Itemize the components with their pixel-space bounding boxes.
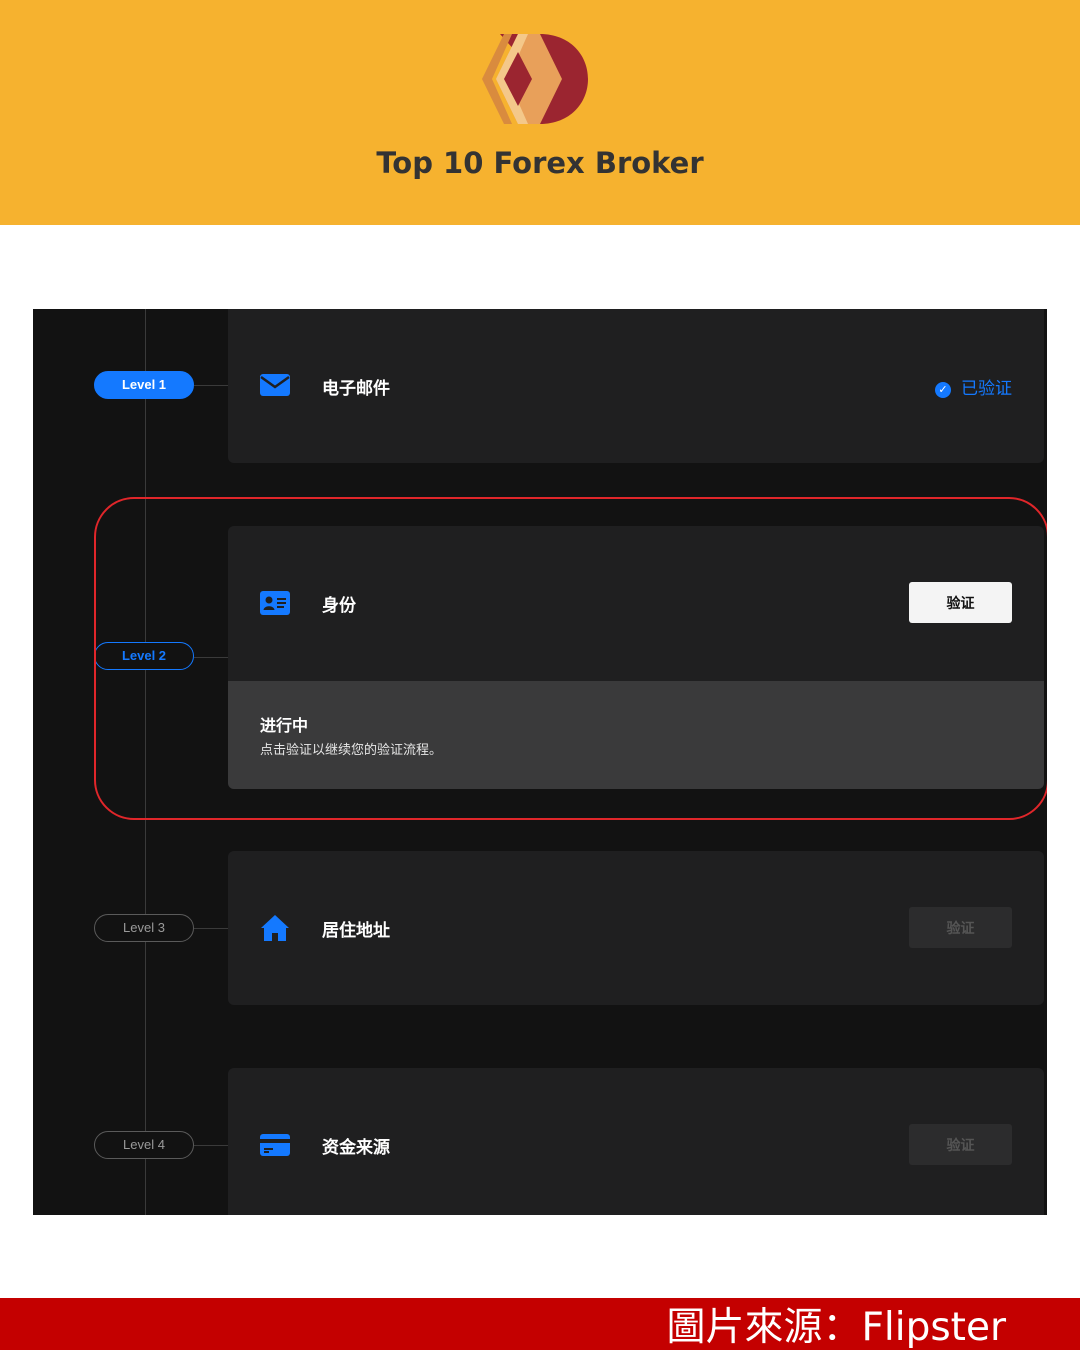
timeline-connector	[194, 657, 228, 658]
level-timeline	[145, 309, 146, 1215]
brand-name: Top 10 Forex Broker	[376, 146, 704, 180]
level-2-badge: Level 2	[94, 642, 194, 670]
verified-status: ✓ 已验证	[935, 374, 1012, 399]
identity-verification-card: 身份 验证 进行中 点击验证以继续您的验证流程。	[228, 526, 1044, 789]
timeline-connector	[194, 385, 228, 386]
source-footer: 圖片來源：Flipster	[0, 1298, 1080, 1350]
address-verification-card: 居住地址 验证	[228, 851, 1044, 1005]
level-3-badge: Level 3	[94, 914, 194, 942]
email-title: 电子邮件	[322, 379, 390, 399]
top10-forex-broker-logo	[482, 34, 588, 124]
identity-title: 身份	[322, 596, 356, 616]
check-circle-icon: ✓	[935, 382, 951, 398]
email-verification-card: 电子邮件 ✓ 已验证	[228, 309, 1044, 463]
home-icon	[261, 915, 289, 941]
credit-card-icon	[260, 1134, 290, 1156]
timeline-connector	[194, 928, 228, 929]
progress-status-description: 点击验证以继续您的验证流程。	[260, 743, 443, 758]
verification-screenshot: Level 1 电子邮件 ✓ 已验证 Level 2 身份 验证 进行中 点击验证…	[33, 309, 1047, 1215]
image-source-credit: 圖片來源：Flipster	[666, 1305, 1007, 1350]
level-1-badge: Level 1	[94, 371, 194, 399]
level-4-badge: Level 4	[94, 1131, 194, 1159]
verified-status-label: 已验证	[961, 379, 1012, 399]
verification-progress-panel: 进行中 点击验证以继续您的验证流程。	[228, 681, 1044, 789]
identity-verify-button[interactable]: 验证	[909, 582, 1012, 623]
address-title: 居住地址	[322, 921, 390, 941]
source-of-funds-card: 资金来源 验证	[228, 1068, 1044, 1215]
brand-banner: Top 10 Forex Broker	[0, 0, 1080, 225]
envelope-icon	[260, 374, 290, 396]
progress-status-title: 进行中	[260, 716, 309, 735]
source-of-funds-title: 资金来源	[322, 1138, 390, 1158]
timeline-connector	[194, 1145, 228, 1146]
id-card-icon	[260, 591, 290, 615]
source-of-funds-verify-button[interactable]: 验证	[909, 1124, 1012, 1165]
address-verify-button[interactable]: 验证	[909, 907, 1012, 948]
